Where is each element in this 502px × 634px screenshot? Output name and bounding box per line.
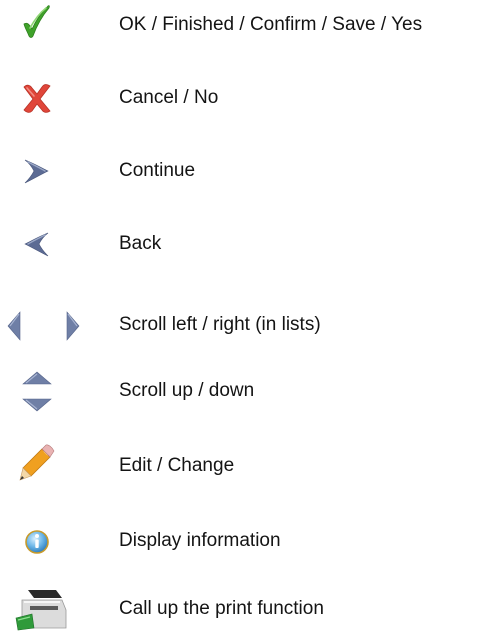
printer-icon (0, 584, 90, 634)
legend-item-edit: Edit / Change (0, 441, 502, 491)
legend-item-cancel: Cancel / No (0, 73, 502, 123)
cross-icon (0, 73, 90, 123)
chevron-left-icon (0, 219, 90, 269)
legend-label-info: Display information (119, 530, 281, 551)
legend-item-scroll-left-right: Scroll left / right (in lists) (0, 300, 502, 350)
legend-label-cancel: Cancel / No (119, 87, 219, 108)
legend-label-print: Call up the print function (119, 598, 324, 619)
legend-item-scroll-up-down: Scroll up / down (0, 366, 502, 416)
legend-item-info: Display information (0, 516, 502, 566)
arrow-left-right-icon (0, 300, 90, 350)
legend-label-continue: Continue (119, 160, 196, 181)
check-icon (0, 0, 90, 50)
legend-item-continue: Continue (0, 146, 502, 196)
arrow-up-down-icon (0, 366, 90, 416)
legend-label-edit: Edit / Change (119, 455, 235, 476)
chevron-right-icon (0, 146, 90, 196)
legend-item-print: Call up the print function (0, 584, 502, 634)
legend-label-ok: OK / Finished / Confirm / Save / Yes (119, 14, 423, 35)
pencil-icon (0, 441, 90, 491)
legend-label-back: Back (119, 233, 162, 254)
legend-label-scroll-left-right: Scroll left / right (in lists) (119, 314, 321, 335)
legend-item-back: Back (0, 219, 502, 269)
icon-legend: OK / Finished / Confirm / Save / Yes Can… (0, 0, 502, 632)
info-icon (0, 516, 90, 566)
legend-label-scroll-up-down: Scroll up / down (119, 380, 255, 401)
legend-item-ok: OK / Finished / Confirm / Save / Yes (0, 0, 502, 50)
